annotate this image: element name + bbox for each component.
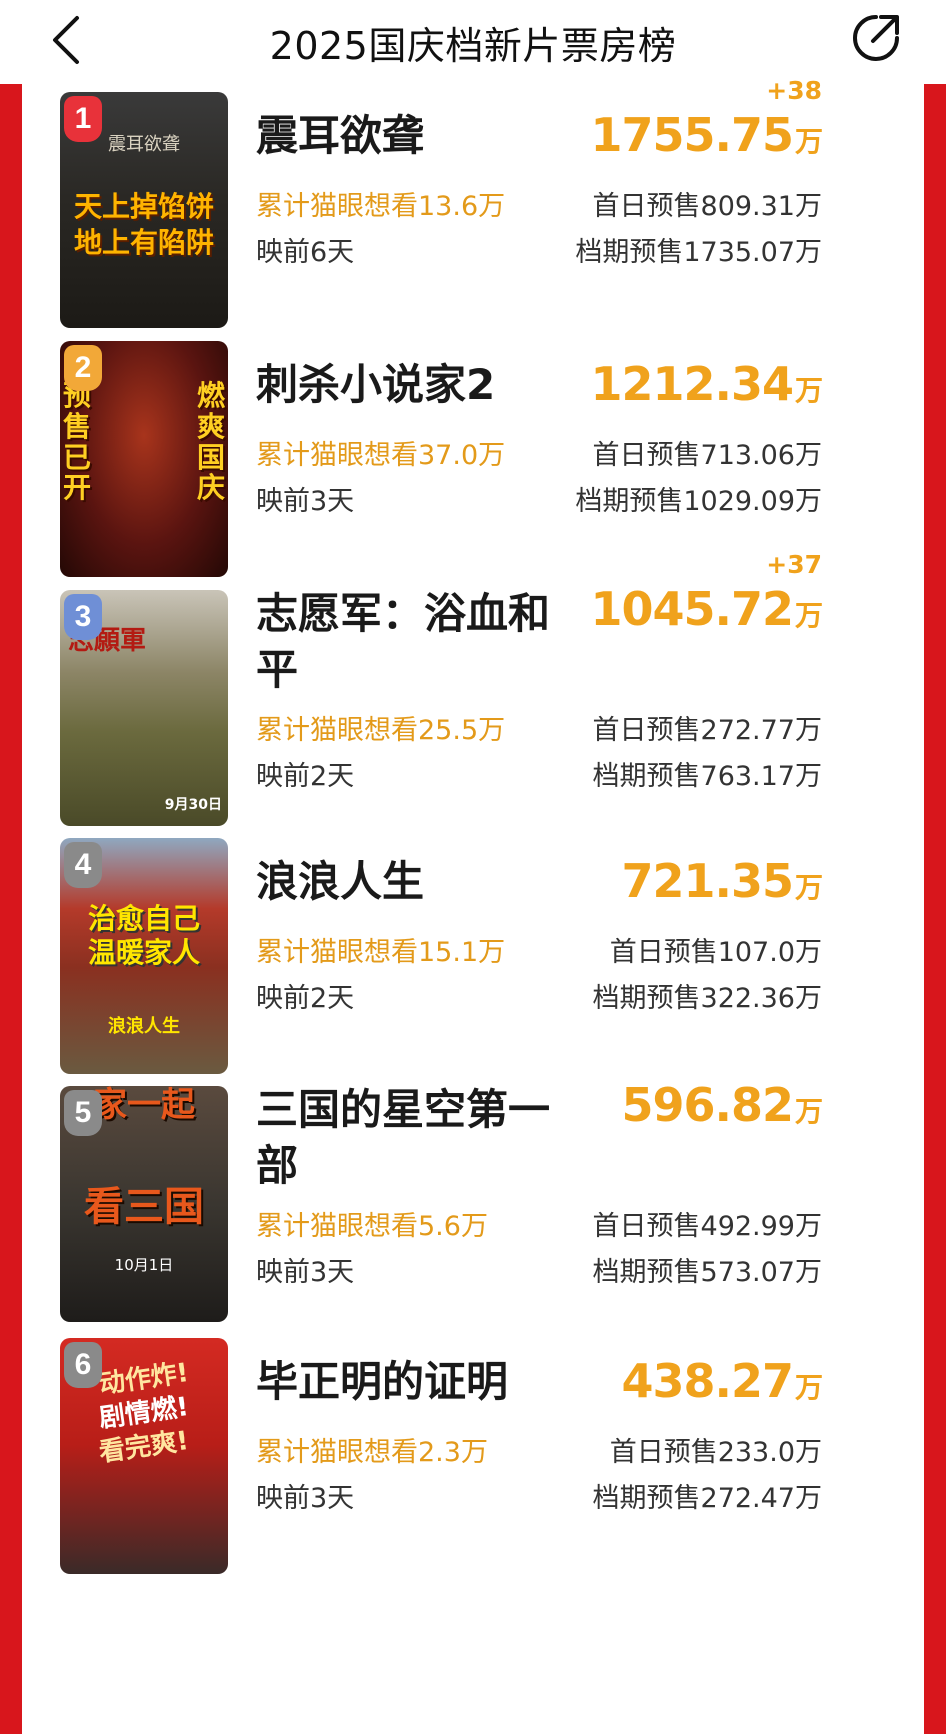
share-arrow-icon — [853, 15, 899, 61]
gross-value: 596.82 — [621, 1078, 794, 1132]
gross-unit: 万 — [794, 1371, 823, 1404]
presale-gross: 1045.72万 — [590, 582, 823, 636]
list-item-rank-5[interactable]: 家一起 看三国 10月1日 5 三国的星空第一部 累计猫眼想看5.6万 映前3天… — [22, 1078, 924, 1322]
movie-title: 刺杀小说家2 — [256, 360, 496, 409]
list-item-rank-6[interactable]: 动作炸! 剧情燃! 看完爽! 6 毕正明的证明 累计猫眼想看2.3万 映前3天 … — [22, 1330, 924, 1574]
rank-badge: 5 — [64, 1090, 102, 1136]
first-day-presale: 首日预售107.0万 — [609, 937, 822, 968]
period-presale: 档期预售272.47万 — [592, 1483, 822, 1514]
days-before-release: 映前6天 — [256, 237, 355, 268]
gross-value: 721.35 — [621, 854, 794, 908]
poster-slogan-line-2: 地上有陷阱 — [73, 226, 214, 259]
period-presale: 档期预售573.07万 — [592, 1257, 822, 1288]
gross-value: 1212.34 — [590, 357, 794, 411]
movie-poster: 动作炸! 剧情燃! 看完爽! 6 — [60, 1338, 228, 1574]
gross-unit: 万 — [794, 374, 823, 407]
top-bar: 2025国庆档新片票房榜 — [0, 0, 946, 84]
rank-badge: 1 — [64, 96, 102, 142]
want-count: 累计猫眼想看25.5万 — [256, 715, 506, 746]
want-count: 累计猫眼想看15.1万 — [256, 937, 506, 968]
movie-poster: 震耳欲聋 天上掉馅饼 地上有陷阱 1 — [60, 92, 228, 328]
movie-title: 震耳欲聋 — [256, 111, 425, 160]
movie-poster: 治愈自己 温暖家人 浪浪人生 4 — [60, 838, 228, 1074]
rank-badge: 2 — [64, 345, 102, 391]
page-title: 2025国庆档新片票房榜 — [269, 23, 677, 68]
period-presale: 档期预售1029.09万 — [575, 486, 822, 517]
movie-poster: 志願軍 9月30日 3 — [60, 590, 228, 826]
movie-title: 毕正明的证明 — [256, 1357, 509, 1406]
list-item-rank-2[interactable]: 预售已开 燃爽国庆 2 刺杀小说家2 累计猫眼想看37.0万 映前3天 1212… — [22, 333, 924, 577]
movie-poster: 预售已开 燃爽国庆 2 — [60, 341, 228, 577]
poster-slogan-line-2: 燃爽国庆 — [196, 379, 225, 505]
poster-caption: 10月1日 — [114, 1256, 174, 1274]
poster-slogan-line-2: 温暖家人 — [87, 936, 200, 969]
list-item-rank-4[interactable]: 治愈自己 温暖家人 浪浪人生 4 浪浪人生 累计猫眼想看15.1万 映前2天 7… — [22, 830, 924, 1074]
back-button[interactable] — [44, 10, 88, 70]
presale-gross: 596.82万 — [621, 1078, 823, 1132]
period-presale: 档期预售322.36万 — [592, 983, 822, 1014]
gross-value: 438.27 — [621, 1354, 794, 1408]
days-before-release: 映前2天 — [256, 761, 355, 792]
gross-unit: 万 — [794, 1095, 823, 1128]
days-before-release: 映前3天 — [256, 1257, 355, 1288]
gross-unit: 万 — [794, 871, 823, 904]
rank-badge: 4 — [64, 842, 102, 888]
list-item-rank-3[interactable]: 志願軍 9月30日 3 志愿军：浴血和平 累计猫眼想看25.5万 映前2天 +3… — [22, 550, 924, 826]
want-count: 累计猫眼想看13.6万 — [256, 191, 506, 222]
share-button[interactable] — [846, 8, 906, 68]
poster-slogan-line-1: 预售已开 — [62, 379, 91, 505]
want-count: 累计猫眼想看5.6万 — [256, 1211, 488, 1242]
presale-gross: 1755.75万 — [590, 108, 823, 162]
period-presale: 档期预售763.17万 — [592, 761, 822, 792]
first-day-presale: 首日预售809.31万 — [592, 191, 822, 222]
chevron-left-icon — [53, 16, 79, 64]
movie-title: 浪浪人生 — [256, 857, 425, 906]
presale-gross: 438.27万 — [621, 1354, 823, 1408]
days-before-release: 映前2天 — [256, 983, 355, 1014]
first-day-presale: 首日预售713.06万 — [592, 440, 822, 471]
gross-unit: 万 — [794, 599, 823, 632]
period-presale: 档期预售1735.07万 — [575, 237, 822, 268]
gross-value: 1045.72 — [590, 582, 794, 636]
gross-change: +38 — [766, 76, 822, 105]
presale-gross: 1212.34万 — [590, 357, 823, 411]
gross-value: 1755.75 — [590, 108, 794, 162]
poster-slogan-line-2: 看三国 — [84, 1184, 204, 1230]
days-before-release: 映前3天 — [256, 1483, 355, 1514]
presale-gross: 721.35万 — [621, 854, 823, 908]
movie-title: 三国的星空第一部 — [256, 1085, 551, 1190]
days-before-release: 映前3天 — [256, 486, 355, 517]
poster-caption: 9月30日 — [164, 797, 222, 813]
poster-slogan-line-1: 治愈自己 — [87, 902, 200, 935]
rank-badge: 6 — [64, 1342, 102, 1388]
poster-caption: 浪浪人生 — [108, 1016, 180, 1037]
first-day-presale: 首日预售233.0万 — [609, 1437, 822, 1468]
first-day-presale: 首日预售272.77万 — [592, 715, 822, 746]
want-count: 累计猫眼想看2.3万 — [256, 1437, 488, 1468]
list-item-rank-1[interactable]: 震耳欲聋 天上掉馅饼 地上有陷阱 1 震耳欲聋 累计猫眼想看13.6万 映前6天… — [22, 76, 924, 328]
first-day-presale: 首日预售492.99万 — [592, 1211, 822, 1242]
movie-title: 志愿军：浴血和平 — [256, 589, 551, 694]
poster-slogan-line-1: 天上掉馅饼 — [73, 190, 214, 223]
gross-change: +37 — [766, 550, 822, 579]
movie-poster: 家一起 看三国 10月1日 5 — [60, 1086, 228, 1322]
gross-unit: 万 — [794, 125, 823, 158]
rank-badge: 3 — [64, 594, 102, 640]
want-count: 累计猫眼想看37.0万 — [256, 440, 506, 471]
